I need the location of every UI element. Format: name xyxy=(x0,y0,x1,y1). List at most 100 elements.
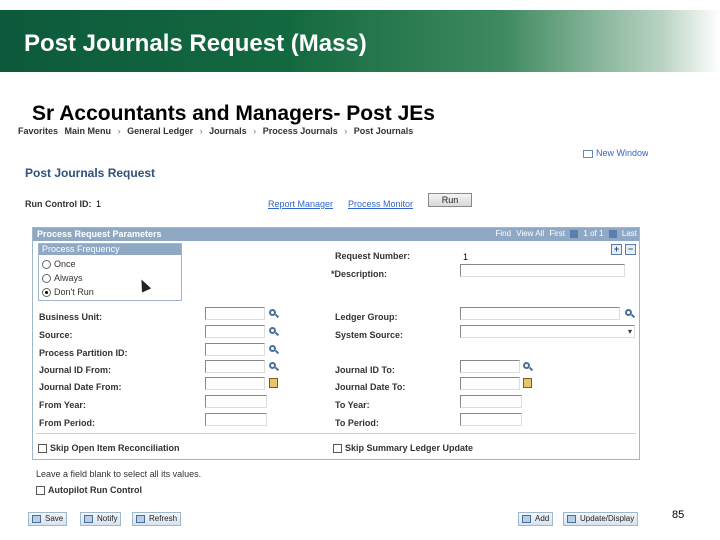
journal-id-from-label: Journal ID From: xyxy=(39,365,112,375)
from-year-field[interactable] xyxy=(205,395,267,408)
add-label: Add xyxy=(535,514,550,523)
radio-always[interactable] xyxy=(42,274,51,284)
run-control-label: Run Control ID: xyxy=(25,199,92,209)
source-field[interactable] xyxy=(205,325,265,338)
from-period-label: From Period: xyxy=(39,418,96,428)
breadcrumb-journals[interactable]: Journals xyxy=(209,126,247,136)
breadcrumb-favorites[interactable]: Favorites xyxy=(18,126,58,136)
breadcrumb-separator: › xyxy=(344,126,348,136)
breadcrumb-process-journals[interactable]: Process Journals xyxy=(263,126,338,136)
run-button[interactable]: Run xyxy=(428,193,472,207)
first-link[interactable]: First xyxy=(549,229,565,238)
next-arrow-icon[interactable] xyxy=(608,229,617,238)
radio-dont-run[interactable] xyxy=(42,288,51,298)
to-year-field[interactable] xyxy=(460,395,522,408)
to-period-label: To Period: xyxy=(335,418,379,428)
request-number-value: 1 xyxy=(463,252,469,262)
notify-button[interactable]: Notify xyxy=(80,512,122,526)
breadcrumb-separator: › xyxy=(117,126,121,136)
journal-date-from-field[interactable] xyxy=(205,377,265,390)
view-all-link[interactable]: View All xyxy=(516,229,544,238)
process-partition-label: Process Partition ID: xyxy=(39,348,128,358)
radio-once[interactable] xyxy=(42,260,51,270)
source-label: Source: xyxy=(39,330,73,340)
to-year-label: To Year: xyxy=(335,400,370,410)
journal-date-from-label: Journal Date From: xyxy=(39,382,122,392)
add-icon xyxy=(522,515,531,523)
to-period-field[interactable] xyxy=(460,413,522,426)
process-request-parameters: Process Request Parameters Find View All… xyxy=(32,227,640,460)
update-display-button[interactable]: Update/Display xyxy=(563,512,639,526)
parameters-header: Process Request Parameters Find View All… xyxy=(33,228,639,241)
skip-open-item-checkbox[interactable] xyxy=(38,444,47,454)
report-manager-link[interactable]: Report Manager xyxy=(268,199,333,209)
autopilot-checkbox[interactable] xyxy=(36,486,45,496)
notify-icon xyxy=(84,515,93,523)
skip-summary-checkbox[interactable] xyxy=(333,444,342,454)
process-monitor-link[interactable]: Process Monitor xyxy=(348,199,413,209)
new-window-label: New Window xyxy=(596,148,648,158)
refresh-button[interactable]: Refresh xyxy=(132,512,182,526)
autopilot-option[interactable]: Autopilot Run Control xyxy=(36,485,142,496)
journal-id-from-lookup-icon[interactable] xyxy=(269,362,280,372)
find-link[interactable]: Find xyxy=(495,229,511,238)
new-window-icon xyxy=(583,149,593,158)
journal-date-from-calendar-icon[interactable] xyxy=(269,378,278,388)
save-icon xyxy=(32,515,41,523)
new-window-link[interactable]: New Window xyxy=(583,148,648,158)
frequency-always[interactable]: Always xyxy=(42,273,83,284)
breadcrumb: Favorites Main Menu › General Ledger › J… xyxy=(18,126,648,140)
notify-label: Notify xyxy=(97,514,118,523)
description-field[interactable] xyxy=(460,264,625,277)
journal-date-to-calendar-icon[interactable] xyxy=(523,378,532,388)
peoplesoft-screenshot: Favorites Main Menu › General Ledger › J… xyxy=(18,126,648,530)
frequency-dont-run[interactable]: Don't Run xyxy=(42,287,94,298)
business-unit-lookup-icon[interactable] xyxy=(269,309,280,319)
breadcrumb-separator: › xyxy=(253,126,257,136)
slide-title-bar: Post Journals Request (Mass) xyxy=(0,10,720,72)
journal-id-to-field[interactable] xyxy=(460,360,520,373)
skip-open-item-option[interactable]: Skip Open Item Reconciliation xyxy=(38,443,180,454)
refresh-label: Refresh xyxy=(149,514,178,523)
save-label: Save xyxy=(45,514,64,523)
breadcrumb-main-menu[interactable]: Main Menu xyxy=(65,126,112,136)
previous-arrow-icon[interactable] xyxy=(570,229,579,238)
delete-row-icon[interactable]: − xyxy=(625,244,636,255)
row-count: 1 of 1 xyxy=(583,229,604,238)
ledger-group-field[interactable] xyxy=(460,307,620,320)
last-link[interactable]: Last xyxy=(622,229,637,238)
journal-date-to-field[interactable] xyxy=(460,377,520,390)
business-unit-field[interactable] xyxy=(205,307,265,320)
page-title: Post Journals Request xyxy=(25,166,156,180)
footer-note: Leave a field blank to select all its va… xyxy=(36,469,202,479)
add-row-icon[interactable]: + xyxy=(611,244,622,255)
skip-open-item-label: Skip Open Item Reconciliation xyxy=(50,443,180,453)
process-frequency-box: Process Frequency Once Always Don't Run xyxy=(38,243,182,301)
save-button[interactable]: Save xyxy=(28,512,68,526)
update-display-label: Update/Display xyxy=(580,514,635,523)
source-lookup-icon[interactable] xyxy=(269,327,280,337)
breadcrumb-separator: › xyxy=(199,126,203,136)
journal-id-to-lookup-icon[interactable] xyxy=(523,362,534,372)
frequency-dont-run-label: Don't Run xyxy=(54,287,94,297)
system-source-label: System Source: xyxy=(335,330,404,340)
ledger-group-lookup-icon[interactable] xyxy=(625,309,636,319)
slide-subtitle: Sr Accountants and Managers- Post JEs xyxy=(32,102,435,125)
breadcrumb-general-ledger[interactable]: General Ledger xyxy=(127,126,193,136)
skip-summary-option[interactable]: Skip Summary Ledger Update xyxy=(333,443,474,454)
add-button[interactable]: Add xyxy=(518,512,554,526)
divider xyxy=(36,433,636,434)
from-period-field[interactable] xyxy=(205,413,267,426)
breadcrumb-post-journals[interactable]: Post Journals xyxy=(354,126,414,136)
frequency-once-label: Once xyxy=(54,259,76,269)
grid-navigation: Find View All First 1 of 1 Last xyxy=(492,229,637,238)
chevron-down-icon: ▾ xyxy=(627,327,632,336)
skip-summary-label: Skip Summary Ledger Update xyxy=(345,443,474,453)
process-frequency-title: Process Frequency xyxy=(39,244,181,255)
process-partition-field[interactable] xyxy=(205,343,265,356)
journal-id-from-field[interactable] xyxy=(205,360,265,373)
request-number-label: Request Number: xyxy=(335,251,411,261)
system-source-select[interactable]: ▾ xyxy=(460,325,635,338)
process-partition-lookup-icon[interactable] xyxy=(269,345,280,355)
frequency-once[interactable]: Once xyxy=(42,259,76,270)
